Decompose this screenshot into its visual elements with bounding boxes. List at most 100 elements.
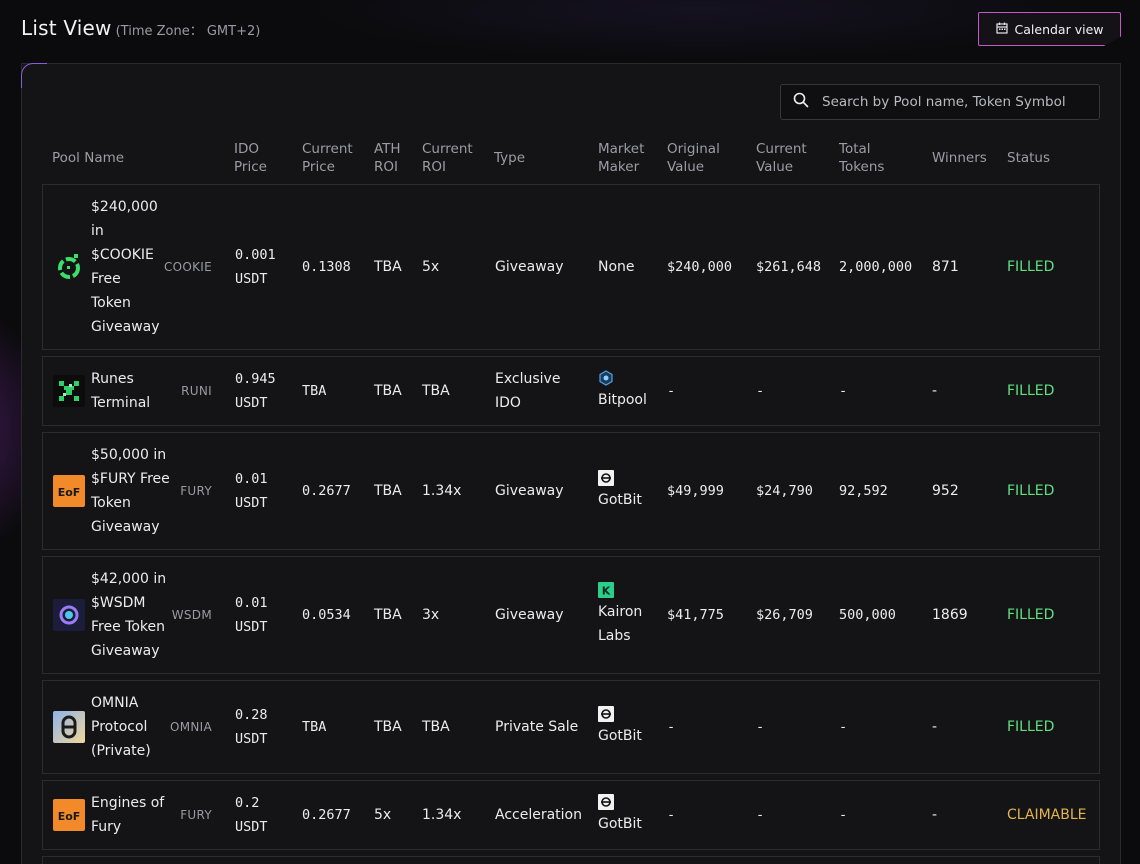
status-badge: FILLED (1007, 607, 1055, 623)
market-maker-cell: GotBit (598, 706, 642, 748)
original-value-cell: - (667, 719, 676, 735)
total-tokens-cell: 2,000,000 (839, 259, 913, 275)
col-current-price[interactable]: Current Price (302, 140, 353, 176)
pool-name[interactable]: $240,000 in $COOKIE Free Token Giveaway (91, 195, 171, 339)
total-tokens-cell: - (839, 807, 848, 823)
col-winners[interactable]: Winners (932, 149, 987, 167)
table-row[interactable] (42, 856, 1100, 864)
current-value-cell: - (756, 383, 765, 399)
col-ath-roi[interactable]: ATH ROI (374, 140, 401, 176)
type-cell: Giveaway (495, 607, 564, 623)
current-price-cell: TBA (302, 719, 327, 735)
status-badge: FILLED (1007, 383, 1055, 399)
bitpool-icon (598, 370, 647, 386)
omnia-logo (53, 711, 85, 743)
current-price-cell: TBA (302, 383, 327, 399)
current-value-cell: $26,709 (756, 607, 813, 623)
current-price-cell: 0.2677 (302, 807, 351, 823)
col-market-maker[interactable]: Market Maker (598, 140, 644, 176)
ido-price-cell: 0.28 USDT (235, 707, 268, 747)
total-tokens-cell: - (839, 719, 848, 735)
ath-roi-cell: TBA (374, 259, 402, 275)
ath-roi-cell: TBA (374, 383, 402, 399)
type-cell: Giveaway (495, 483, 564, 499)
calendar-view-button[interactable]: Calendar view (978, 12, 1121, 46)
search-icon (793, 92, 809, 112)
gotbit-icon (598, 706, 642, 722)
original-value-cell: $41,775 (667, 607, 724, 623)
current-roi-cell: TBA (422, 719, 450, 735)
pool-name[interactable]: Engines of Fury (91, 791, 171, 839)
market-maker-label: Bitpool (598, 392, 647, 408)
current-value-cell: $261,648 (756, 259, 822, 275)
pool-name[interactable]: OMNIA Protocol (Private) (91, 691, 171, 763)
status-badge: FILLED (1007, 483, 1055, 499)
original-value-cell: $240,000 (667, 259, 733, 275)
symbol-cell: COOKIE (163, 260, 212, 274)
current-roi-cell: TBA (422, 383, 450, 399)
search-box[interactable] (780, 84, 1100, 120)
table-row[interactable]: $42,000 in $WSDM Free Token Giveaway WSDM… (42, 556, 1100, 674)
market-maker-cell: GotBit (598, 794, 642, 836)
winners-cell: 1869 (932, 607, 968, 623)
original-value-cell: - (667, 807, 676, 823)
col-current-roi[interactable]: Current ROI (422, 140, 473, 176)
symbol-cell: OMNIA (169, 720, 212, 734)
table-row[interactable]: OMNIA Protocol (Private) OMNIA 0.28 USDT TB… (42, 680, 1100, 774)
type-cell: Private Sale (495, 719, 579, 735)
current-price-cell: 0.1308 (302, 259, 351, 275)
ido-price-cell: 0.001 USDT (235, 247, 276, 287)
svg-text:K: K (602, 585, 611, 598)
symbol-cell: RUNI (181, 384, 212, 398)
col-total-tokens[interactable]: Total Tokens (839, 140, 884, 176)
current-roi-cell: 1.34x (422, 807, 462, 823)
svg-text:EoF: EoF (58, 486, 81, 499)
current-value-cell: - (756, 807, 765, 823)
table-header: Pool Name IDO Price Current Price ATH RO… (0, 140, 1140, 180)
winners-cell: 871 (932, 259, 959, 275)
ath-roi-cell: TBA (374, 607, 402, 623)
col-status[interactable]: Status (1007, 149, 1050, 167)
type-cell: Acceleration (495, 807, 582, 823)
kairon-icon: K (598, 582, 642, 598)
ath-roi-cell: TBA (374, 483, 402, 499)
total-tokens-cell: 92,592 (839, 483, 888, 499)
table-row[interactable]: EoF Engines of Fury FURY 0.2 USDT 0.2677 5x 1.… (42, 780, 1100, 850)
total-tokens-cell: - (839, 383, 848, 399)
type-cell: Exclusive IDO (495, 371, 561, 411)
current-roi-cell: 1.34x (422, 483, 462, 499)
col-ido-price[interactable]: IDO Price (234, 140, 267, 176)
fury-logo: EoF (53, 799, 85, 831)
col-pool-name[interactable]: Pool Name (52, 149, 124, 167)
market-maker-label: GotBit (598, 492, 642, 508)
current-price-cell: 0.2677 (302, 483, 351, 499)
current-value-cell: - (756, 719, 765, 735)
table-row[interactable]: Runes Terminal RUNI 0.945 USDT TBA TBA TBA Exc… (42, 356, 1100, 426)
market-maker-label: Kairon Labs (598, 604, 643, 644)
status-badge: FILLED (1007, 719, 1055, 735)
current-value-cell: $24,790 (756, 483, 813, 499)
panel-corner-accent (21, 63, 47, 88)
market-maker-cell: None (598, 255, 635, 279)
col-original-value[interactable]: Original Value (667, 140, 720, 176)
table-row[interactable]: EoF $50,000 in $FURY Free Token Giveaway F… (42, 432, 1100, 550)
calendar-view-label: Calendar view (1014, 21, 1104, 37)
market-maker-cell: K Kairon Labs (598, 582, 642, 648)
ido-price-cell: 0.2 USDT (235, 795, 268, 835)
winners-cell: - (932, 807, 938, 823)
current-price-cell: 0.0534 (302, 607, 351, 623)
cookie-logo (53, 251, 85, 283)
wsdm-logo (53, 599, 85, 631)
total-tokens-cell: 500,000 (839, 607, 896, 623)
col-current-value[interactable]: Current Value (756, 140, 807, 176)
current-roi-cell: 3x (422, 607, 440, 623)
col-type[interactable]: Type (494, 149, 525, 167)
search-input[interactable] (822, 94, 1092, 110)
page-title: List View (21, 16, 112, 40)
pool-name[interactable]: Runes Terminal (91, 367, 171, 415)
pool-name[interactable]: $50,000 in $FURY Free Token Giveaway (91, 443, 171, 539)
market-maker-cell: Bitpool (598, 370, 647, 412)
market-maker-label: None (598, 259, 635, 275)
table-row[interactable]: $240,000 in $COOKIE Free Token Giveaway C… (42, 184, 1100, 350)
pool-name[interactable]: $42,000 in $WSDM Free Token Giveaway (91, 567, 171, 663)
